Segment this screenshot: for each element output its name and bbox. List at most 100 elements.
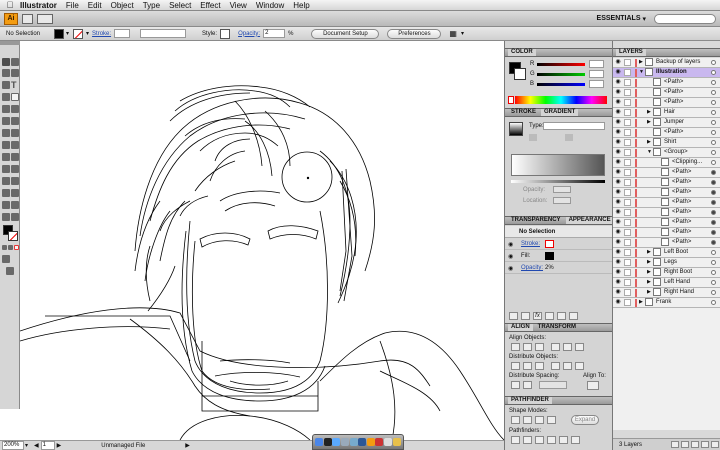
tab-color[interactable]: COLOR [508, 49, 536, 56]
target-icon[interactable] [711, 110, 716, 115]
layer-row[interactable]: ◉ <Path> [613, 218, 720, 228]
scale-tool-icon[interactable] [11, 129, 19, 137]
lasso-tool-icon[interactable] [11, 69, 19, 77]
layer-row[interactable]: ◉ <Path> [613, 128, 720, 138]
target-icon[interactable] [711, 80, 716, 85]
layer-row[interactable]: ◉ <Path> [613, 188, 720, 198]
disclosure-open-icon[interactable]: ▼ [647, 148, 652, 157]
fx-icon[interactable]: fx [533, 312, 542, 320]
blue-value-field[interactable] [589, 80, 604, 88]
dashboard-dock-icon[interactable] [323, 438, 332, 446]
target-icon[interactable] [711, 190, 716, 195]
layer-row[interactable]: ◉ ▶ Left Boot [613, 248, 720, 258]
none-color-icon[interactable] [508, 96, 514, 104]
layer-row[interactable]: ◉ <Path> [613, 168, 720, 178]
eye-icon[interactable]: ◉ [614, 199, 622, 206]
target-icon[interactable] [711, 150, 716, 155]
layer-row[interactable]: ◉ ▶ Right Hand [613, 288, 720, 298]
artboard-tool-icon[interactable] [2, 201, 10, 209]
slice-tool-icon[interactable] [11, 201, 19, 209]
eye-icon[interactable]: ◉ [614, 279, 622, 286]
eye-icon[interactable]: ◉ [614, 109, 622, 116]
paintbrush-tool-icon[interactable] [2, 105, 10, 113]
tab-appearance[interactable]: APPEARANCE [565, 217, 614, 224]
preferences-button[interactable]: Preferences [387, 28, 442, 39]
layer-row[interactable]: ◉ <Path> [613, 178, 720, 188]
opacity-label[interactable]: Opacity: [238, 31, 260, 37]
first-artboard-icon[interactable]: ◀ [34, 442, 39, 449]
gradient-mode-icon[interactable] [8, 245, 13, 250]
disclosure-closed-icon[interactable]: ▶ [647, 108, 651, 117]
artboard-canvas[interactable] [20, 41, 504, 440]
lock-toggle-icon[interactable] [624, 89, 631, 96]
lock-toggle-icon[interactable] [624, 59, 631, 66]
appearance-stroke-label[interactable]: Stroke: [521, 241, 540, 247]
layer-row[interactable]: ◉ ▶ Shirt [613, 138, 720, 148]
perspective-grid-tool-icon[interactable] [11, 153, 19, 161]
align-vcenter-icon[interactable] [563, 343, 572, 351]
gradient-aspect-icon[interactable] [565, 134, 573, 141]
gradient-slider[interactable] [511, 180, 605, 183]
appearance-opacity-label[interactable]: Opacity: [521, 265, 543, 271]
appearance-stroke-swatch[interactable] [545, 240, 554, 248]
disclosure-closed-icon[interactable]: ▶ [647, 258, 651, 267]
none-mode-icon[interactable] [14, 245, 19, 250]
mesh-tool-icon[interactable] [2, 165, 10, 173]
duplicate-item-icon[interactable] [557, 312, 566, 320]
eye-icon[interactable]: ◉ [614, 239, 622, 246]
next-artboard-icon[interactable]: ▶ [57, 442, 62, 449]
menu-effect[interactable]: Effect [200, 1, 220, 10]
target-icon[interactable] [711, 270, 716, 275]
eye-icon[interactable]: ◉ [614, 119, 622, 126]
distribute-left-icon[interactable] [551, 362, 560, 370]
draw-mode-icon[interactable] [2, 255, 10, 263]
target-icon[interactable] [711, 200, 716, 205]
eye-icon[interactable]: ◉ [614, 249, 622, 256]
layer-row[interactable]: ◉ <Path> [613, 78, 720, 88]
target-icon[interactable] [711, 210, 716, 215]
eye-icon[interactable]: ◉ [508, 265, 513, 272]
lock-toggle-icon[interactable] [624, 299, 631, 306]
lock-toggle-icon[interactable] [624, 179, 631, 186]
distribute-right-icon[interactable] [575, 362, 584, 370]
divide-icon[interactable] [511, 436, 520, 444]
eye-icon[interactable]: ◉ [614, 289, 622, 296]
locate-object-icon[interactable] [671, 441, 679, 448]
menu-object[interactable]: Object [111, 1, 134, 10]
eye-icon[interactable]: ◉ [614, 209, 622, 216]
merge-icon[interactable] [535, 436, 544, 444]
safari-dock-icon[interactable] [332, 438, 341, 446]
distribute-vcenter-icon[interactable] [523, 362, 532, 370]
layer-row[interactable]: ◉ <Path> [613, 88, 720, 98]
target-icon[interactable] [711, 230, 716, 235]
target-icon[interactable] [711, 100, 716, 105]
stroke-swatch[interactable] [73, 28, 84, 39]
search-help-field[interactable] [654, 13, 716, 24]
new-layer-icon[interactable] [701, 441, 709, 448]
align-bottom-icon[interactable] [575, 343, 584, 351]
eye-icon[interactable]: ◉ [614, 139, 622, 146]
disclosure-open-icon[interactable]: ▼ [639, 68, 644, 77]
pen-tool-icon[interactable] [2, 81, 10, 89]
opacity-field[interactable]: 2 [263, 29, 286, 38]
minus-back-icon[interactable] [571, 436, 580, 444]
layer-row[interactable]: ◉ <Path> [613, 198, 720, 208]
layer-row[interactable]: ◉ ▶ Frank [613, 298, 720, 308]
warp-tool-icon[interactable] [2, 141, 10, 149]
magic-wand-tool-icon[interactable] [2, 69, 10, 77]
eye-icon[interactable]: ◉ [614, 269, 622, 276]
tab-transform[interactable]: TRANSFORM [535, 324, 579, 331]
chevron-down-icon[interactable]: ▾ [66, 30, 69, 37]
target-icon[interactable] [711, 280, 716, 285]
menu-type[interactable]: Type [143, 1, 160, 10]
chevron-down-icon[interactable]: ▾ [642, 15, 646, 23]
clear-appearance-icon[interactable] [545, 312, 554, 320]
line-tool-icon[interactable] [2, 93, 10, 101]
appearance-stroke-row[interactable]: ◉ Stroke: [505, 239, 613, 250]
eyedropper-tool-icon[interactable] [2, 177, 10, 185]
lock-toggle-icon[interactable] [624, 279, 631, 286]
align-hcenter-icon[interactable] [523, 343, 532, 351]
lock-toggle-icon[interactable] [624, 149, 631, 156]
blend-tool-icon[interactable] [11, 177, 19, 185]
stroke-weight-field[interactable] [114, 29, 131, 38]
